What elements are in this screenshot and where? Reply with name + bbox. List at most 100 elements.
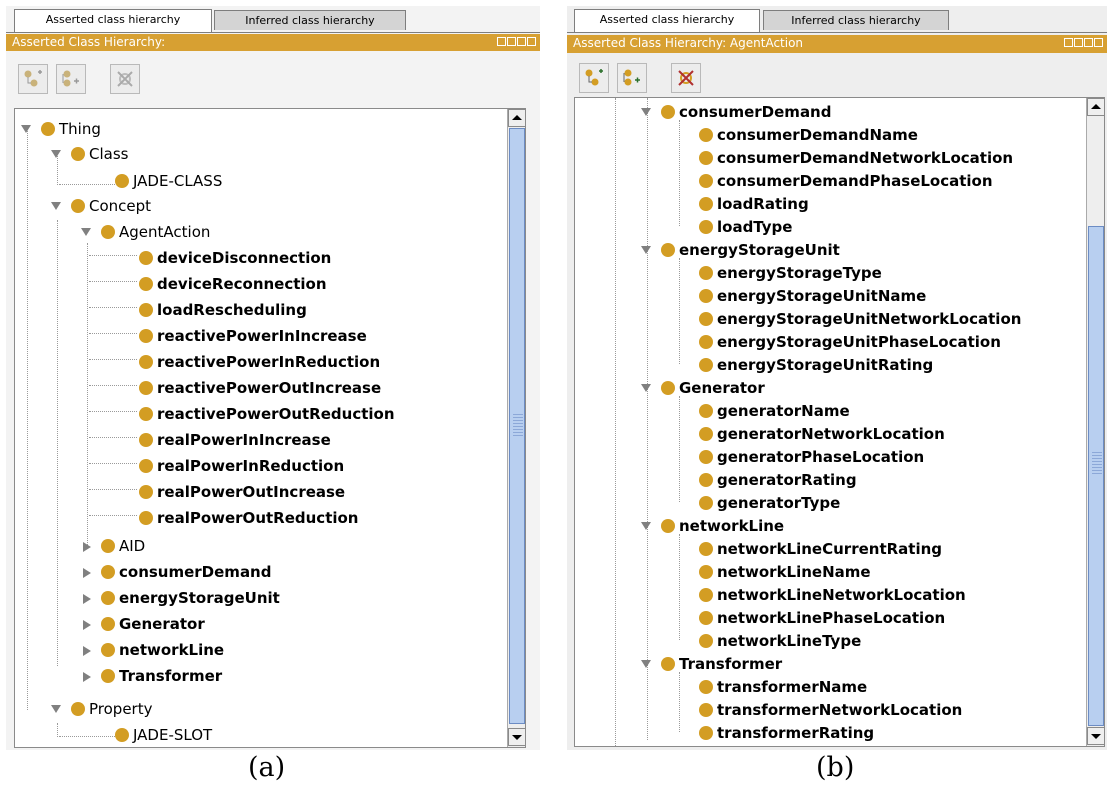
class-bullet-icon — [699, 358, 713, 372]
class-bullet-icon — [661, 657, 675, 671]
class-bullet-icon — [661, 105, 675, 119]
class-bullet-icon — [699, 565, 713, 579]
class-bullet-icon — [139, 407, 153, 421]
add-subclass-button[interactable] — [18, 64, 48, 94]
class-bullet-icon — [101, 643, 115, 657]
scroll-down-button[interactable] — [508, 728, 525, 746]
add-sibling-button[interactable] — [56, 64, 86, 94]
tab-asserted-class-hierarchy[interactable]: Asserted class hierarchy — [14, 9, 212, 32]
vertical-scrollbar[interactable] — [1086, 98, 1104, 746]
delete-class-icon — [117, 71, 133, 87]
scroll-up-icon — [512, 115, 522, 120]
panel-b: Asserted class hierarchy Inferred class … — [567, 6, 1107, 750]
expand-toggle-icon[interactable] — [81, 228, 91, 236]
scroll-up-button[interactable] — [508, 109, 525, 127]
class-bullet-icon — [699, 151, 713, 165]
add-sibling-icon — [623, 69, 640, 86]
add-sibling-icon — [62, 70, 79, 87]
class-bullet-icon — [101, 591, 115, 605]
class-bullet-icon — [139, 251, 153, 265]
class-hierarchy-tree[interactable]: Thing Class JADE-CLASS Concept AgentActi… — [14, 108, 526, 748]
caption-a: (a) — [248, 752, 286, 783]
delete-class-button[interactable] — [671, 63, 701, 93]
scroll-down-icon — [1091, 734, 1101, 739]
toolbar — [6, 51, 540, 97]
class-bullet-icon — [115, 174, 129, 188]
class-bullet-icon — [41, 122, 55, 136]
class-bullet-icon — [661, 381, 675, 395]
scroll-down-icon — [512, 735, 522, 740]
class-bullet-icon — [699, 611, 713, 625]
class-bullet-icon — [139, 381, 153, 395]
expand-toggle-icon[interactable] — [83, 594, 91, 604]
view-title: Asserted Class Hierarchy: — [12, 35, 166, 49]
class-bullet-icon — [101, 669, 115, 683]
expand-toggle-icon[interactable] — [641, 660, 651, 668]
tab-inferred-class-hierarchy[interactable]: Inferred class hierarchy — [214, 10, 406, 30]
class-bullet-icon — [699, 220, 713, 234]
class-bullet-icon — [139, 485, 153, 499]
window-controls-icon[interactable] — [1064, 38, 1103, 49]
class-bullet-icon — [101, 539, 115, 553]
caption-b: (b) — [816, 752, 855, 783]
class-bullet-icon — [699, 588, 713, 602]
scroll-thumb[interactable] — [509, 128, 525, 724]
expand-toggle-icon[interactable] — [21, 125, 31, 133]
class-bullet-icon — [699, 634, 713, 648]
tab-inferred-class-hierarchy[interactable]: Inferred class hierarchy — [763, 10, 949, 30]
add-sibling-button[interactable] — [617, 63, 647, 93]
expand-toggle-icon[interactable] — [83, 542, 91, 552]
expand-toggle-icon[interactable] — [641, 246, 651, 254]
class-bullet-icon — [71, 199, 85, 213]
class-bullet-icon — [101, 225, 115, 239]
scroll-down-button[interactable] — [1087, 727, 1104, 745]
view-title: Asserted Class Hierarchy: AgentAction — [573, 36, 804, 50]
class-bullet-icon — [699, 335, 713, 349]
class-bullet-icon — [661, 243, 675, 257]
panel-a: Asserted class hierarchy Inferred class … — [6, 6, 540, 750]
window-controls-icon[interactable] — [497, 37, 536, 48]
class-bullet-icon — [139, 303, 153, 317]
expand-toggle-icon[interactable] — [83, 646, 91, 656]
expand-toggle-icon[interactable] — [51, 202, 61, 210]
class-bullet-icon — [115, 728, 129, 742]
tab-asserted-class-hierarchy[interactable]: Asserted class hierarchy — [574, 9, 760, 32]
class-bullet-icon — [661, 519, 675, 533]
expand-toggle-icon[interactable] — [641, 384, 651, 392]
class-bullet-icon — [699, 289, 713, 303]
class-bullet-icon — [139, 511, 153, 525]
class-bullet-icon — [699, 197, 713, 211]
class-bullet-icon — [699, 427, 713, 441]
expand-toggle-icon[interactable] — [641, 522, 651, 530]
class-bullet-icon — [139, 277, 153, 291]
class-bullet-icon — [699, 450, 713, 464]
class-bullet-icon — [101, 617, 115, 631]
toolbar — [567, 51, 1107, 97]
class-bullet-icon — [71, 147, 85, 161]
delete-class-button[interactable] — [110, 64, 140, 94]
tab-bar: Asserted class hierarchy Inferred class … — [567, 6, 1107, 33]
vertical-scrollbar[interactable] — [507, 109, 525, 747]
class-bullet-icon — [699, 703, 713, 717]
scroll-up-button[interactable] — [1087, 98, 1104, 116]
class-bullet-icon — [139, 329, 153, 343]
class-bullet-icon — [699, 496, 713, 510]
expand-toggle-icon[interactable] — [51, 705, 61, 713]
scroll-thumb[interactable] — [1088, 226, 1104, 726]
class-bullet-icon — [699, 266, 713, 280]
expand-toggle-icon[interactable] — [51, 150, 61, 158]
class-bullet-icon — [699, 312, 713, 326]
class-bullet-icon — [699, 404, 713, 418]
tab-bar: Asserted class hierarchy Inferred class … — [6, 6, 540, 33]
delete-class-icon — [678, 70, 694, 86]
expand-toggle-icon[interactable] — [83, 672, 91, 682]
add-subclass-button[interactable] — [579, 63, 609, 93]
class-hierarchy-tree[interactable]: consumerDemand consumerDemandName consum… — [574, 97, 1105, 747]
add-subclass-icon — [585, 69, 603, 86]
expand-toggle-icon[interactable] — [641, 108, 651, 116]
expand-toggle-icon[interactable] — [83, 568, 91, 578]
class-bullet-icon — [699, 542, 713, 556]
class-bullet-icon — [699, 680, 713, 694]
class-bullet-icon — [71, 702, 85, 716]
expand-toggle-icon[interactable] — [83, 620, 91, 630]
